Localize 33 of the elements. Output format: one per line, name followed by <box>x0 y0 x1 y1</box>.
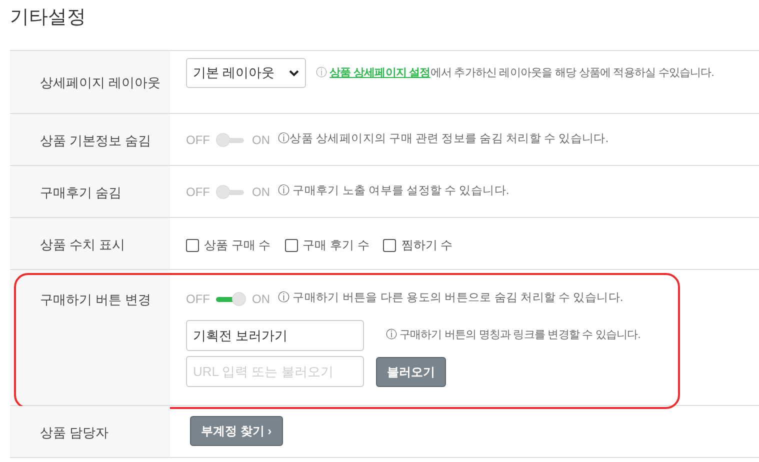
on-label: ON <box>252 184 270 201</box>
row-label: 상품 담당자 <box>40 425 109 440</box>
off-label: OFF <box>186 291 210 308</box>
find-account-button[interactable]: 부계정 찾기 › <box>190 416 283 446</box>
hint-text: ⓘ 구매하기 버튼의 명칭과 링크를 변경할 수 있습니다. <box>386 328 640 344</box>
checkbox[interactable] <box>186 238 199 252</box>
row-label: 상품 기본정보 숨김 <box>40 133 152 148</box>
hint-text: ⓘ 구매하기 버튼을 다른 용도의 버튼으로 숨김 처리할 수 있습니다. <box>278 290 623 306</box>
checkbox-label: 상품 구매 수 <box>204 237 271 254</box>
checkbox-label: 구매 후기 수 <box>302 237 370 254</box>
layout-select[interactable]: 기본 레이아웃 <box>186 58 306 88</box>
checkbox[interactable] <box>284 238 298 252</box>
page-title: 기타설정 <box>10 6 87 30</box>
row-label: 구매하기 버튼 변경 <box>40 292 152 307</box>
hint-text: ⓘ 구매후기 노출 여부를 설정할 수 있습니다. <box>278 184 509 200</box>
row-label: 구매후기 숨김 <box>40 185 122 200</box>
row-label: 상세페이지 레이아웃 <box>40 75 161 90</box>
chevron-icon <box>289 70 299 76</box>
off-label: OFF <box>186 132 210 149</box>
toggle-switch[interactable] <box>216 292 246 306</box>
checkbox-label: 찜하기 수 <box>401 237 453 254</box>
name-field[interactable]: 기획전 보러가기 <box>186 320 364 351</box>
toggle-switch[interactable] <box>216 133 246 147</box>
off-label: OFF <box>186 184 210 201</box>
row-label: 상품 수치 표시 <box>40 237 126 252</box>
hint-text: ⓘ상품 상세페이지의 구매 관련 정보를 숨김 처리할 수 있습니다. <box>278 132 608 148</box>
on-label: ON <box>252 291 270 308</box>
settings-link[interactable]: 상품 상세페이지 설정 <box>330 66 430 79</box>
load-button[interactable]: 불러오기 <box>376 356 446 386</box>
on-label: ON <box>252 132 270 149</box>
toggle-switch[interactable] <box>216 185 246 199</box>
checkbox[interactable] <box>383 238 396 252</box>
hint-text: ⓘ 상품 상세페이지 설정에서 추가하신 레이아웃을 해당 상품에 적용하실 수있습니다. <box>316 66 714 81</box>
